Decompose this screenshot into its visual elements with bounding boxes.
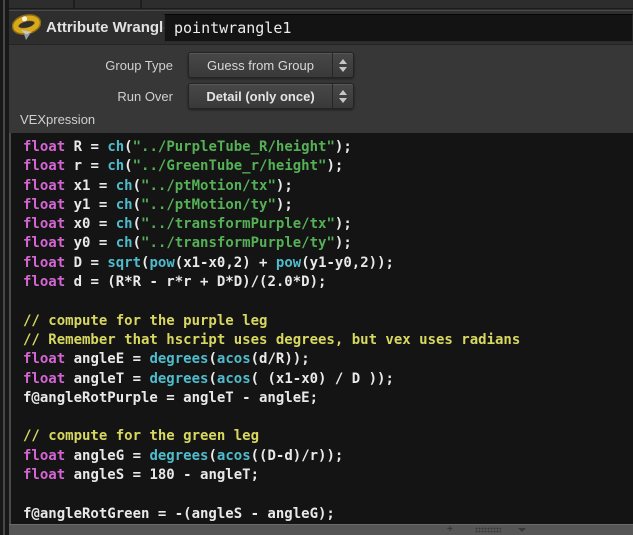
- wrangle-icon[interactable]: [12, 13, 41, 42]
- pane-splitter[interactable]: [0, 0, 9, 535]
- code-line: float angleS = 180 - angleT;: [23, 466, 633, 485]
- vex-code-editor[interactable]: float R = ch("../PurpleTube_R/height");f…: [9, 133, 633, 524]
- vex-code: float R = ch("../PurpleTube_R/height");f…: [23, 138, 633, 524]
- code-line: f@angleRotGreen = -(angleS - angleG);: [23, 505, 633, 524]
- plus-icon[interactable]: +: [447, 524, 453, 535]
- code-line: f@angleRotPurple = angleT - angleE;: [23, 389, 633, 408]
- node-name-input[interactable]: [164, 14, 633, 42]
- splitter-line: [3, 0, 5, 535]
- spinner-arrows-icon[interactable]: [332, 84, 353, 108]
- vexpression-label: VEXpression: [20, 112, 95, 127]
- code-line: float x0 = ch("../transformPurple/tx");: [23, 215, 633, 234]
- grip-dots-icon[interactable]: [475, 527, 501, 533]
- arrow-down-icon: [339, 67, 347, 72]
- code-line: float angleT = degrees(acos( (x1-x0) / D…: [23, 370, 633, 389]
- code-line: float x1 = ch("../ptMotion/tx");: [23, 177, 633, 196]
- run-over-value: Detail (only once): [189, 84, 332, 108]
- run-over-label: Run Over: [9, 89, 173, 104]
- node-header: Attribute Wrangle: [9, 10, 633, 44]
- arrow-up-icon: [339, 90, 347, 95]
- tab-edge-divider: [140, 0, 142, 9]
- node-type-label: Attribute Wrangle: [46, 19, 172, 36]
- code-line: [23, 485, 633, 504]
- code-line: [23, 292, 633, 311]
- parameter-area: Group Type Guess from Group Run Over Det…: [9, 44, 633, 133]
- editor-resize-bar[interactable]: +: [9, 524, 633, 535]
- code-line: float y0 = ch("../transformPurple/ty");: [23, 234, 633, 253]
- code-line: float y1 = ch("../ptMotion/ty");: [23, 196, 633, 215]
- code-line: float r = ch("../GreenTube_r/height");: [23, 157, 633, 176]
- arrow-down-icon: [339, 98, 347, 103]
- code-line: float angleG = degrees(acos((D-d)/r));: [23, 447, 633, 466]
- group-type-label: Group Type: [9, 58, 173, 73]
- spinner-arrows-icon[interactable]: [332, 53, 353, 77]
- code-line: float D = sqrt(pow(x1-x0,2) + pow(y1-y0,…: [23, 254, 633, 273]
- code-line: float angleE = degrees(acos(d/R));: [23, 350, 633, 369]
- collapse-arrow-icon[interactable]: [518, 528, 526, 532]
- code-line: // Remember that hscript uses degrees, b…: [23, 331, 633, 350]
- code-line: float d = (R*R - r*r + D*D)/(2.0*D);: [23, 273, 633, 292]
- group-type-value: Guess from Group: [189, 53, 332, 77]
- code-line: // compute for the green leg: [23, 427, 633, 446]
- run-over-dropdown[interactable]: Detail (only once): [188, 83, 354, 109]
- pane-tab-strip: [9, 0, 633, 9]
- code-line: // compute for the purple leg: [23, 312, 633, 331]
- tab-edge-divider: [73, 0, 75, 9]
- code-line: [23, 408, 633, 427]
- code-line: float R = ch("../PurpleTube_R/height");: [23, 138, 633, 157]
- arrow-up-icon: [339, 59, 347, 64]
- group-type-dropdown[interactable]: Guess from Group: [188, 52, 354, 78]
